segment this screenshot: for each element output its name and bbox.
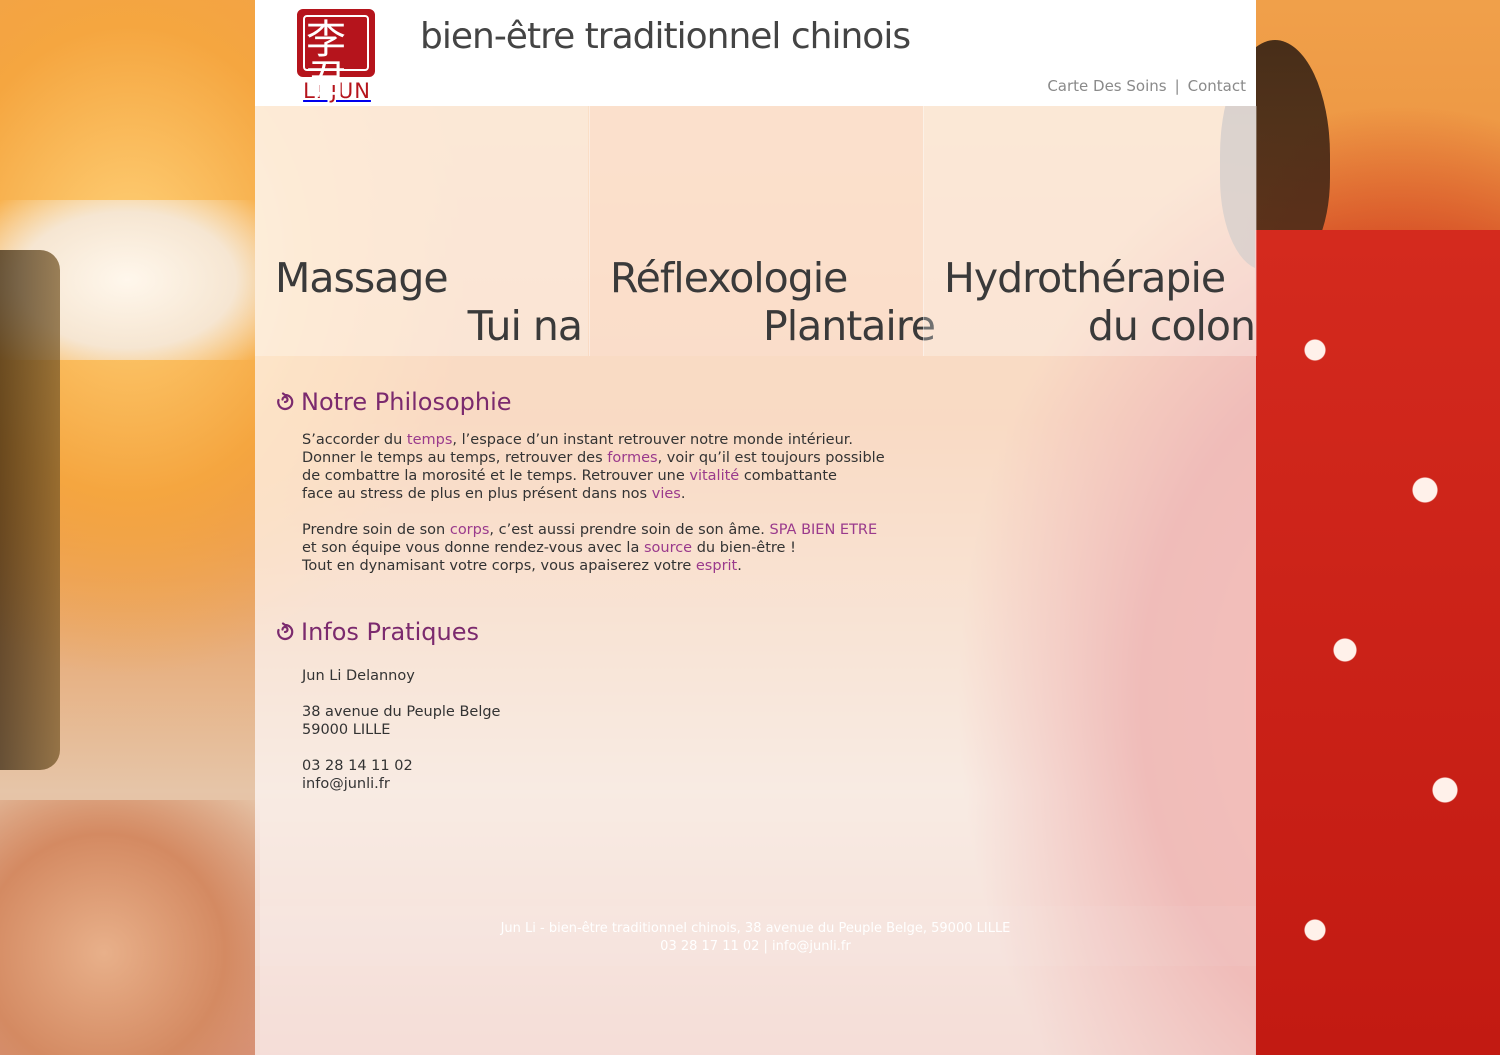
text: , c’est aussi prendre soin de son âme. <box>489 522 770 538</box>
highlight-word: corps <box>449 522 490 538</box>
background-photo-dress <box>1255 230 1500 1055</box>
text: combattante <box>739 468 837 484</box>
nav-carte-des-soins[interactable]: Carte Des Soins <box>1047 77 1166 95</box>
site-title: bien-être traditionnel chinois <box>420 16 911 57</box>
swirl-icon <box>277 392 294 411</box>
swirl-icon <box>277 622 294 641</box>
contact-name: Jun Li Delannoy <box>302 668 415 684</box>
highlight-word: temps <box>406 432 453 448</box>
email-link[interactable]: info@junli.fr <box>302 776 390 792</box>
service-reflexologie-plantaire[interactable]: Réflexologie Plantaire <box>589 106 936 356</box>
top-nav: Carte Des Soins | Contact <box>1047 77 1246 95</box>
nav-separator: | <box>1174 77 1180 95</box>
service-label-line2: Plantaire <box>763 302 936 350</box>
philosophy-paragraph-2: Prendre soin de son corps, c’est aussi p… <box>302 521 902 575</box>
infos-heading: Infos Pratiques <box>275 618 479 646</box>
services-banner: Massage Tui na Réflexologie Plantaire Hy… <box>255 106 1257 356</box>
footer: Jun Li - bien-être traditionnel chinois,… <box>255 906 1256 966</box>
text: et son équipe vous donne rendez-vous ave… <box>302 540 644 556</box>
service-label-line2: du colon <box>1087 302 1256 350</box>
service-label-line2: Tui na <box>467 302 583 350</box>
text: Donner le temps au temps, retrouver des <box>302 450 608 466</box>
text: . <box>680 486 686 502</box>
text: . <box>737 558 742 574</box>
text: S’accorder du <box>302 432 407 448</box>
highlight-word: esprit <box>695 558 738 574</box>
text: face au stress de plus en plus présent d… <box>302 486 652 502</box>
service-hydrotherapie-du-colon[interactable]: Hydrothérapie du colon <box>923 106 1257 356</box>
nav-contact[interactable]: Contact <box>1188 77 1246 95</box>
seal-icon: 李君 <box>297 9 375 100</box>
background-photo-hands <box>0 800 260 1055</box>
text: du bien-être ! <box>692 540 796 556</box>
highlight-word: source <box>643 540 693 556</box>
service-label-line1: Réflexologie <box>610 254 848 302</box>
text: Tout en dynamisant votre corps, vous apa… <box>302 558 696 574</box>
background-photo-statue <box>0 250 60 770</box>
text: , l’espace d’un instant retrouver notre … <box>452 432 854 448</box>
address-street: 38 avenue du Peuple Belge <box>302 704 501 720</box>
philosophy-title: Notre Philosophie <box>301 388 512 416</box>
highlight-word: vitalité <box>689 468 740 484</box>
philosophy-heading: Notre Philosophie <box>275 388 512 416</box>
highlight-word: vies <box>651 486 681 502</box>
background-photo-pillow <box>0 200 255 360</box>
footer-address: Jun Li - bien-être traditionnel chinois,… <box>500 921 1011 936</box>
philosophy-paragraph-1: S’accorder du temps, l’espace d’un insta… <box>302 431 902 503</box>
service-label-line1: Massage <box>275 254 449 302</box>
text: de combattre la morosité et le temps. Re… <box>302 468 690 484</box>
service-massage-tui-na[interactable]: Massage Tui na <box>255 106 588 356</box>
site-logo[interactable]: 李君 LI JUN <box>297 9 377 103</box>
address-city: 59000 LILLE <box>302 722 391 738</box>
text: Prendre soin de son <box>302 522 450 538</box>
highlight-word: formes <box>607 450 658 466</box>
highlight-word: SPA BIEN ETRE <box>769 522 878 538</box>
service-label-line1: Hydrothérapie <box>944 254 1226 302</box>
phone-number: 03 28 14 11 02 <box>302 758 413 774</box>
footer-contact: 03 28 17 11 02 | info@junli.fr <box>660 939 851 954</box>
text: , voir qu’il est toujours possible <box>657 450 885 466</box>
infos-title: Infos Pratiques <box>301 618 479 646</box>
